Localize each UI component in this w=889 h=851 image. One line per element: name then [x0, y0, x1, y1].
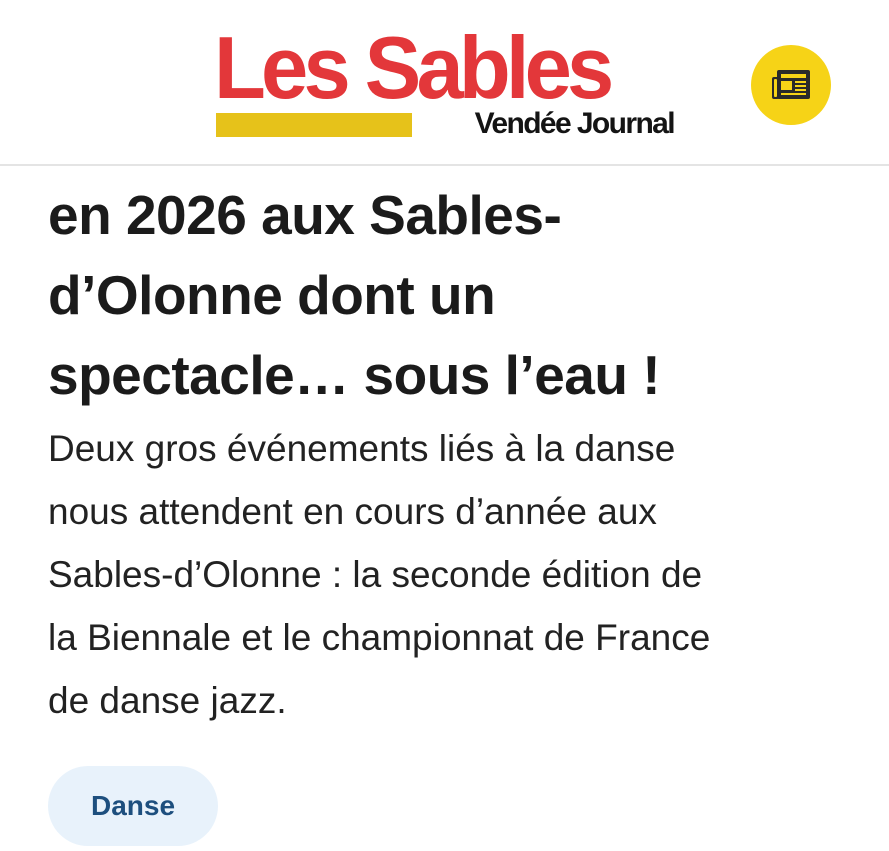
logo-title: Les Sables	[214, 18, 614, 117]
newspaper-icon	[772, 70, 810, 99]
site-header: Les Sables Vendée Journal	[0, 0, 889, 166]
article-headline[interactable]: en 2026 aux Sables- d’Olonne dont un spe…	[48, 164, 848, 415]
article-content: en 2026 aux Sables- d’Olonne dont un spe…	[48, 164, 848, 732]
logo-yellow-bar	[216, 113, 412, 137]
newspaper-button[interactable]	[751, 45, 831, 125]
logo-subtitle: Vendée Journal	[474, 107, 676, 140]
site-logo[interactable]: Les Sables Vendée Journal	[214, 24, 676, 144]
article-lead: Deux gros événements liés à la danse nou…	[48, 428, 711, 721]
tag-danse[interactable]: Danse	[48, 766, 218, 846]
